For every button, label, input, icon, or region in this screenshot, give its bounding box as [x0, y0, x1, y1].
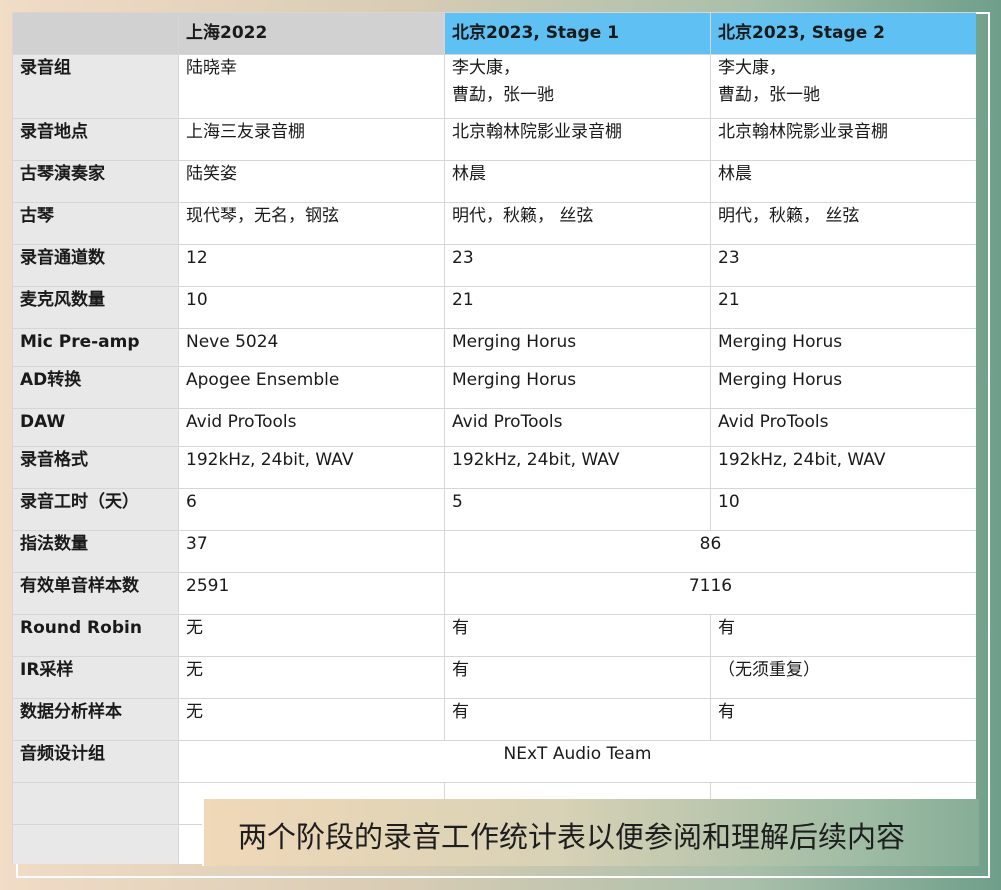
table-cell[interactable]: 21 — [710, 286, 976, 329]
table-cell[interactable]: 2591 — [178, 572, 445, 615]
cell-line: 曹勐，张一驰 — [718, 85, 820, 105]
row-label[interactable] — [12, 824, 179, 864]
row-label[interactable] — [12, 782, 179, 825]
table-cell[interactable]: 10 — [178, 286, 445, 329]
row-label[interactable]: 古琴 — [12, 202, 179, 245]
row-label[interactable]: 录音通道数 — [12, 244, 179, 287]
table-cell[interactable]: 192kHz, 24bit, WAV — [710, 446, 976, 489]
spreadsheet: 上海2022 北京2023, Stage 1 北京2023, Stage 2 录… — [12, 12, 976, 864]
table-cell[interactable]: 明代，秋籁， 丝弦 — [710, 202, 976, 245]
table-row: 录音组 陆晓幸 李大康， 曹勐，张一驰 李大康， 曹勐，张一驰 — [12, 54, 976, 119]
header-beijing-stage-2[interactable]: 北京2023, Stage 2 — [710, 12, 976, 55]
table-cell[interactable]: Merging Horus — [710, 328, 976, 367]
table-row: IR采样 无 有 （无须重复） — [12, 656, 976, 699]
table-cell[interactable]: 北京翰林院影业录音棚 — [710, 118, 976, 161]
cell-line: 曹勐，张一驰 — [452, 85, 554, 105]
table-cell[interactable]: 上海三友录音棚 — [178, 118, 445, 161]
table-row: 录音地点 上海三友录音棚 北京翰林院影业录音棚 北京翰林院影业录音棚 — [12, 118, 976, 161]
table-cell[interactable]: 192kHz, 24bit, WAV — [444, 446, 711, 489]
table-row: 古琴 现代琴，无名，钢弦 明代，秋籁， 丝弦 明代，秋籁， 丝弦 — [12, 202, 976, 245]
table-cell[interactable]: 现代琴，无名，钢弦 — [178, 202, 445, 245]
table-cell[interactable]: 有 — [444, 698, 711, 741]
table-row: AD转换 Apogee Ensemble Merging Horus Mergi… — [12, 366, 976, 409]
table-row: 录音通道数 12 23 23 — [12, 244, 976, 287]
table-cell[interactable]: 23 — [444, 244, 711, 287]
header-beijing-stage-1[interactable]: 北京2023, Stage 1 — [444, 12, 711, 55]
table-row: 指法数量 37 86 — [12, 530, 976, 573]
table-cell[interactable]: 有 — [710, 614, 976, 657]
merged-cell[interactable]: NExT Audio Team — [178, 740, 976, 783]
table-cell[interactable]: 无 — [178, 656, 445, 699]
table-cell[interactable]: 李大康， 曹勐，张一驰 — [710, 54, 976, 119]
table-cell[interactable]: Merging Horus — [710, 366, 976, 409]
row-label[interactable]: 指法数量 — [12, 530, 179, 573]
row-label[interactable]: 有效单音样本数 — [12, 572, 179, 615]
table-cell[interactable]: 林晨 — [710, 160, 976, 203]
row-label[interactable]: Round Robin — [12, 614, 179, 657]
row-label[interactable]: 录音组 — [12, 54, 179, 119]
table-row: Round Robin 无 有 有 — [12, 614, 976, 657]
table-row: 有效单音样本数 2591 7116 — [12, 572, 976, 615]
recording-stats-table: 上海2022 北京2023, Stage 1 北京2023, Stage 2 录… — [12, 12, 976, 864]
table-cell[interactable]: 陆笑姿 — [178, 160, 445, 203]
table-cell[interactable]: 有 — [444, 614, 711, 657]
row-label[interactable]: 录音格式 — [12, 446, 179, 489]
table-cell[interactable]: 李大康， 曹勐，张一驰 — [444, 54, 711, 119]
table-row: 数据分析样本 无 有 有 — [12, 698, 976, 741]
table-row: 音频设计组 NExT Audio Team — [12, 740, 976, 783]
row-label[interactable]: AD转换 — [12, 366, 179, 409]
row-label[interactable]: 录音工时（天） — [12, 488, 179, 531]
row-label[interactable]: DAW — [12, 408, 179, 447]
header-row: 上海2022 北京2023, Stage 1 北京2023, Stage 2 — [12, 12, 976, 55]
table-cell[interactable]: Avid ProTools — [178, 408, 445, 447]
row-label[interactable]: 录音地点 — [12, 118, 179, 161]
row-label[interactable]: 麦克风数量 — [12, 286, 179, 329]
table-cell[interactable]: 12 — [178, 244, 445, 287]
table-cell[interactable]: 23 — [710, 244, 976, 287]
table-cell[interactable]: 192kHz, 24bit, WAV — [178, 446, 445, 489]
table-cell[interactable]: 6 — [178, 488, 445, 531]
table-cell[interactable]: Merging Horus — [444, 328, 711, 367]
table-cell[interactable]: Apogee Ensemble — [178, 366, 445, 409]
merged-cell[interactable]: 86 — [444, 530, 976, 573]
caption-banner: 两个阶段的录音工作统计表以便参阅和理解后续内容 — [204, 799, 979, 866]
table-row: DAW Avid ProTools Avid ProTools Avid Pro… — [12, 408, 976, 447]
header-shanghai-2022[interactable]: 上海2022 — [178, 12, 445, 55]
table-cell[interactable]: Avid ProTools — [710, 408, 976, 447]
cell-line: 李大康， — [452, 58, 520, 78]
table-cell[interactable]: Merging Horus — [444, 366, 711, 409]
table-cell[interactable]: 北京翰林院影业录音棚 — [444, 118, 711, 161]
row-label[interactable]: IR采样 — [12, 656, 179, 699]
table-cell[interactable]: 10 — [710, 488, 976, 531]
merged-cell[interactable]: 7116 — [444, 572, 976, 615]
table-cell[interactable]: 有 — [444, 656, 711, 699]
row-label[interactable]: Mic Pre-amp — [12, 328, 179, 367]
row-label[interactable]: 数据分析样本 — [12, 698, 179, 741]
header-corner-cell[interactable] — [12, 12, 179, 55]
cell-line: 李大康， — [718, 58, 786, 78]
row-label[interactable]: 古琴演奏家 — [12, 160, 179, 203]
table-cell[interactable]: 林晨 — [444, 160, 711, 203]
table-cell[interactable]: 21 — [444, 286, 711, 329]
table-row: 古琴演奏家 陆笑姿 林晨 林晨 — [12, 160, 976, 203]
table-row: 麦克风数量 10 21 21 — [12, 286, 976, 329]
table-cell[interactable]: 无 — [178, 614, 445, 657]
table-cell[interactable]: Avid ProTools — [444, 408, 711, 447]
table-cell[interactable]: 37 — [178, 530, 445, 573]
row-label[interactable]: 音频设计组 — [12, 740, 179, 783]
table-cell[interactable]: 明代，秋籁， 丝弦 — [444, 202, 711, 245]
caption-text: 两个阶段的录音工作统计表以便参阅和理解后续内容 — [238, 820, 906, 854]
table-cell[interactable]: 无 — [178, 698, 445, 741]
table-cell[interactable]: 5 — [444, 488, 711, 531]
table-cell[interactable]: （无须重复） — [710, 656, 976, 699]
table-row: 录音工时（天） 6 5 10 — [12, 488, 976, 531]
table-row: 录音格式 192kHz, 24bit, WAV 192kHz, 24bit, W… — [12, 446, 976, 489]
table-cell[interactable]: 陆晓幸 — [178, 54, 445, 119]
table-cell[interactable]: 有 — [710, 698, 976, 741]
table-cell[interactable]: Neve 5024 — [178, 328, 445, 367]
table-row: Mic Pre-amp Neve 5024 Merging Horus Merg… — [12, 328, 976, 367]
